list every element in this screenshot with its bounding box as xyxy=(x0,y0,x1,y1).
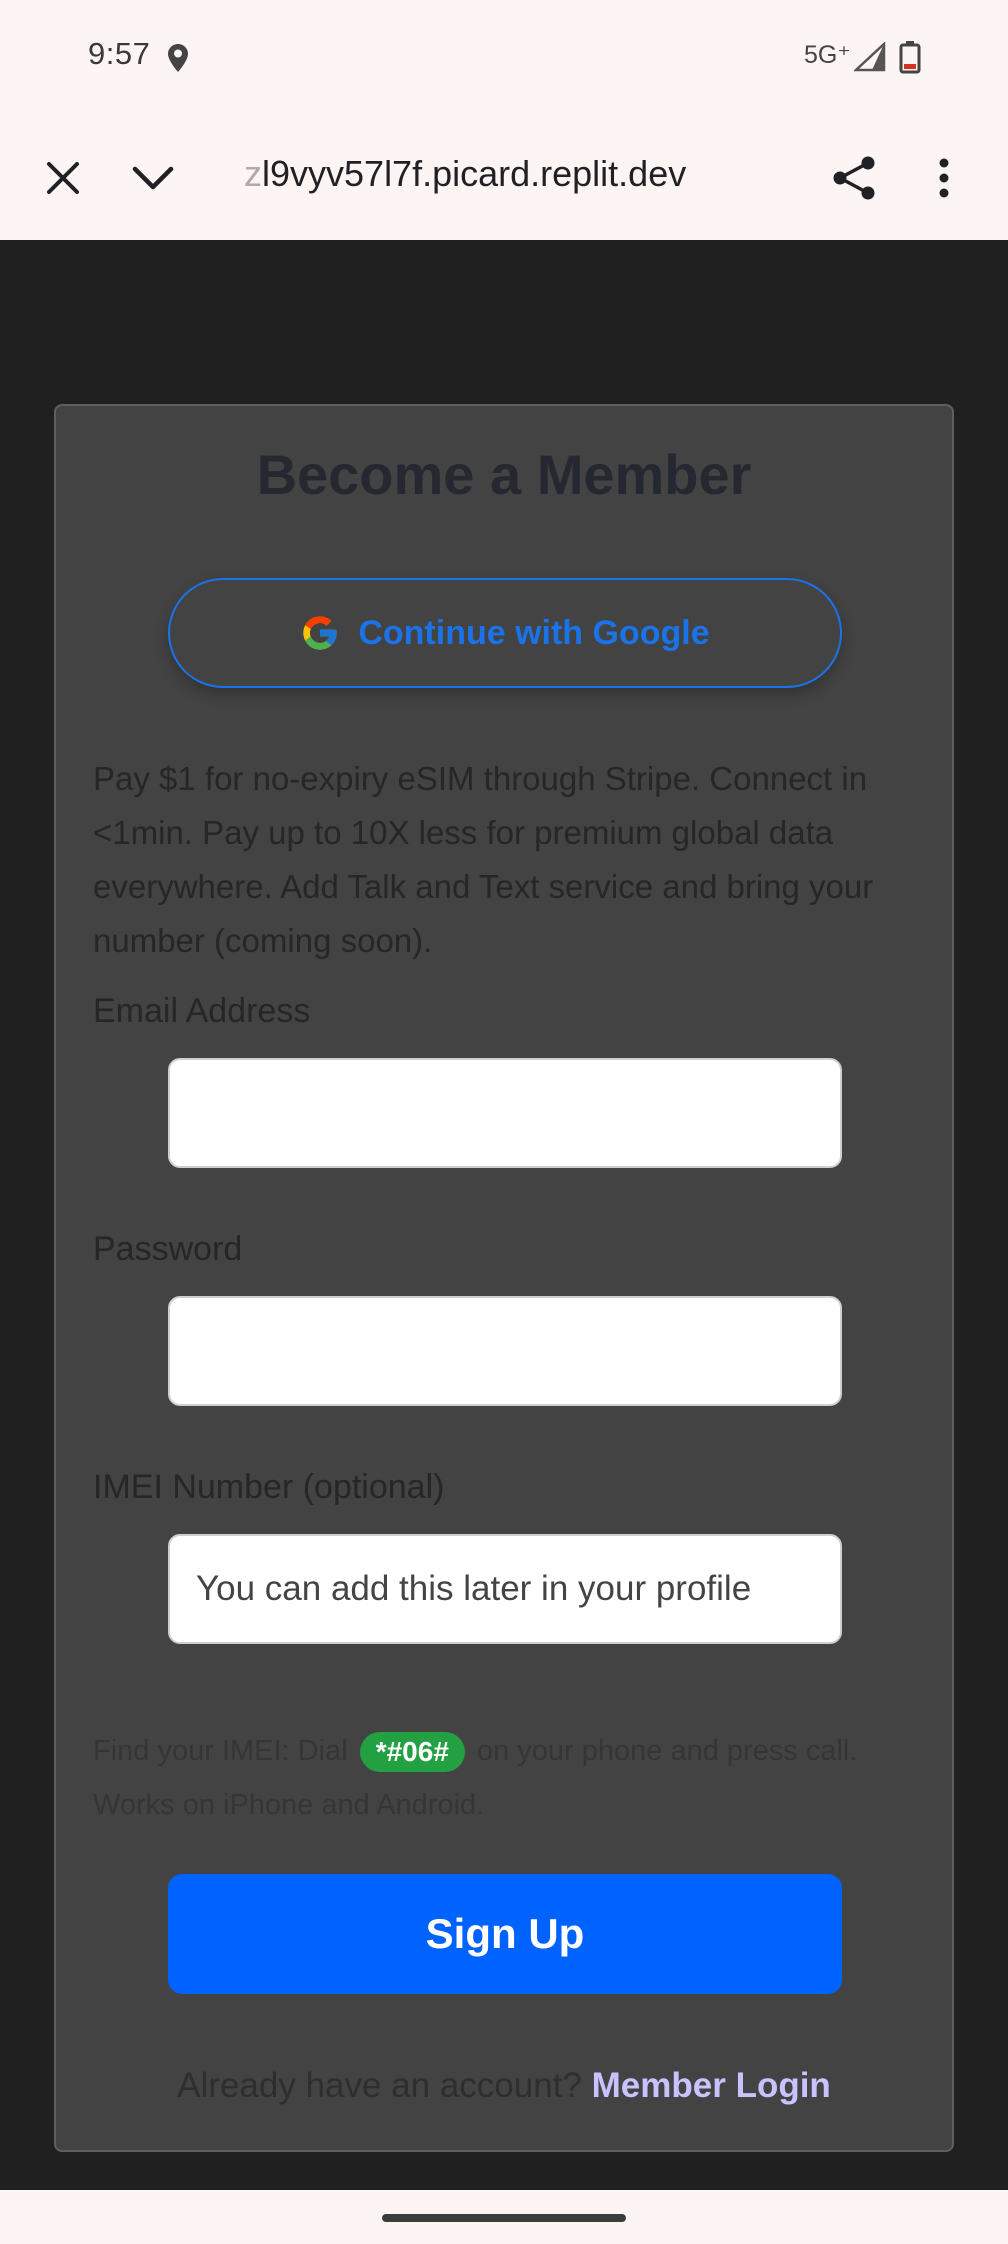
email-field[interactable] xyxy=(168,1058,842,1168)
page-content: Become a Member Continue with Google Pay… xyxy=(0,240,1008,2190)
login-prompt: Already have an account? Member Login xyxy=(56,2066,952,2106)
location-icon xyxy=(168,44,188,72)
close-button[interactable] xyxy=(33,148,93,208)
signup-card: Become a Member Continue with Google Pay… xyxy=(54,404,954,2152)
url-fade: z xyxy=(244,153,262,194)
google-button-label: Continue with Google xyxy=(358,613,710,652)
more-button[interactable] xyxy=(914,148,974,208)
share-button[interactable] xyxy=(824,148,884,208)
battery-icon xyxy=(899,41,921,74)
minimize-button[interactable] xyxy=(123,148,183,208)
google-icon xyxy=(303,616,338,650)
page-title: Become a Member xyxy=(256,443,752,506)
home-gesture-handle[interactable] xyxy=(382,2214,626,2222)
google-signin-button[interactable]: Continue with Google xyxy=(168,578,842,688)
network-type: 5G⁺ xyxy=(804,41,851,69)
hint-text-before: Find your IMEI: Dial xyxy=(93,1735,348,1767)
password-label: Password xyxy=(93,1230,243,1268)
email-label: Email Address xyxy=(93,992,311,1030)
login-prompt-text: Already have an account? xyxy=(177,2066,582,2105)
chevron-down-icon xyxy=(132,166,174,190)
close-icon xyxy=(47,162,79,194)
signal-icon xyxy=(854,42,886,72)
sign-up-button[interactable]: Sign Up xyxy=(168,1874,842,1994)
member-login-link[interactable]: Member Login xyxy=(592,2066,831,2105)
imei-hint: Find your IMEI: Dial *#06# on your phone… xyxy=(93,1724,933,1832)
status-bar: 9:57 5G⁺ xyxy=(0,0,1008,115)
imei-code-badge: *#06# xyxy=(359,1732,465,1773)
status-time: 9:57 xyxy=(88,36,151,71)
imei-field[interactable] xyxy=(168,1534,842,1644)
browser-toolbar: zl9vyv57l7f.picard.replit.dev xyxy=(0,115,1008,240)
system-nav-bar xyxy=(0,2190,1008,2244)
more-vert-icon xyxy=(939,158,949,198)
url-bar[interactable]: zl9vyv57l7f.picard.replit.dev xyxy=(244,153,686,195)
password-field[interactable] xyxy=(168,1296,842,1406)
url-text: l9vyv57l7f.picard.replit.dev xyxy=(262,153,687,194)
description-text: Pay $1 for no-expiry eSIM through Stripe… xyxy=(93,760,874,959)
share-icon xyxy=(833,156,875,200)
imei-label: IMEI Number (optional) xyxy=(93,1468,445,1506)
